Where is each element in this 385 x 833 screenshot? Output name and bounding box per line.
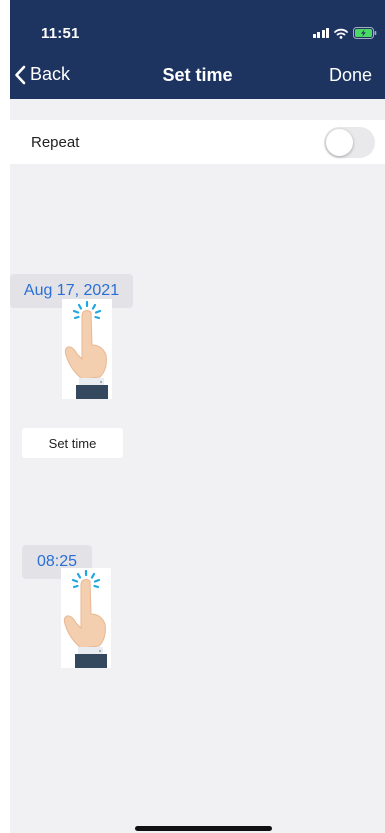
back-button[interactable]: Back <box>14 64 70 85</box>
signal-icon <box>312 28 329 38</box>
screen: 11:51 Back Set time Done Repeat Aug 17, … <box>10 0 385 833</box>
done-button[interactable]: Done <box>329 65 372 86</box>
status-icons <box>312 27 378 39</box>
tap-hand-icon <box>62 299 112 399</box>
tap-hand-icon <box>61 568 111 668</box>
back-label: Back <box>30 64 71 84</box>
toggle-knob <box>326 128 353 156</box>
wifi-icon <box>334 28 348 39</box>
battery-icon <box>353 27 377 39</box>
repeat-row: Repeat <box>10 120 385 164</box>
status-time: 11:51 <box>41 25 80 42</box>
repeat-label: Repeat <box>31 133 80 151</box>
header: 11:51 Back Set time Done <box>10 0 385 99</box>
chevron-left-icon <box>15 65 26 84</box>
home-indicator <box>135 826 272 831</box>
set-time-button[interactable]: Set time <box>22 428 123 458</box>
repeat-toggle[interactable] <box>324 126 375 158</box>
